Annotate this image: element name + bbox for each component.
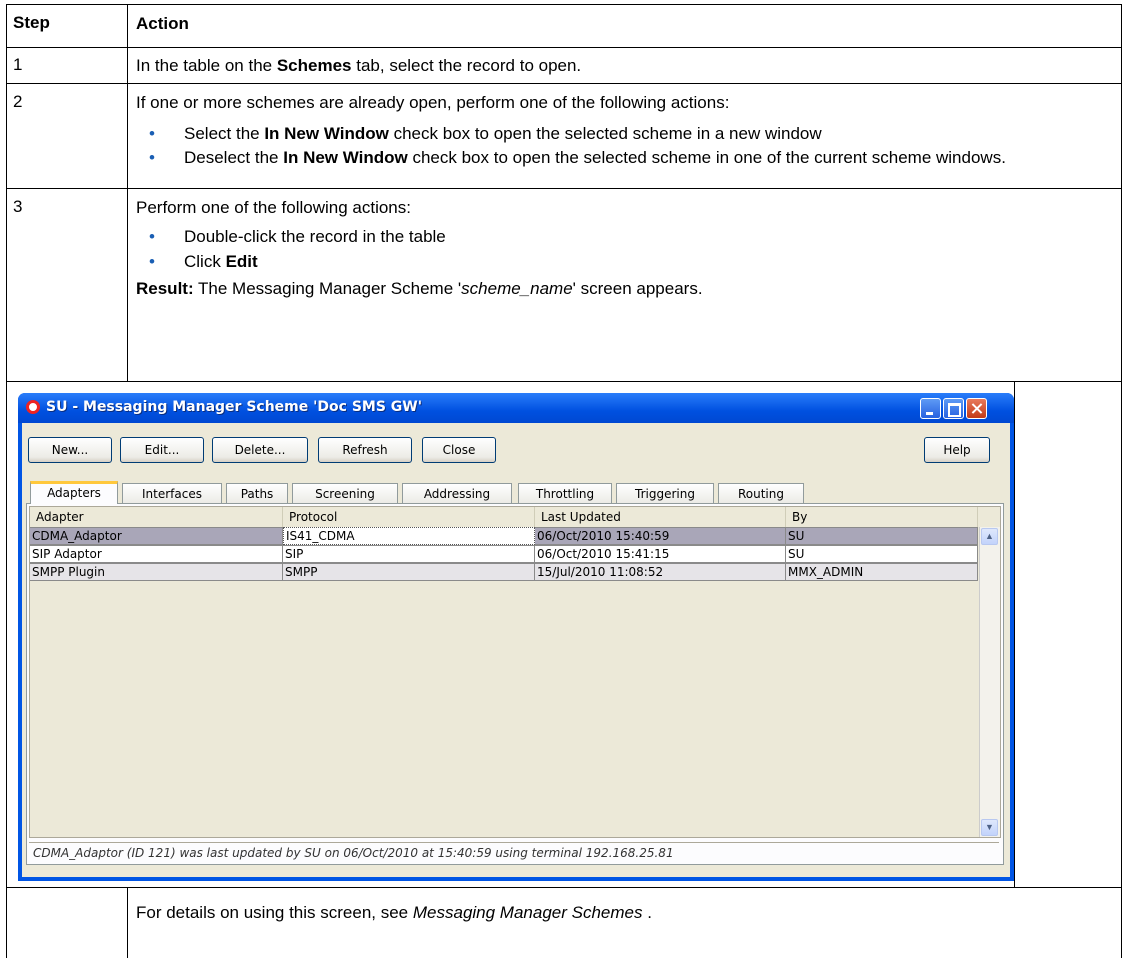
window-client: New... Edit... Delete... Refresh Close H… xyxy=(22,423,1010,877)
tab-adapters[interactable]: Adapters xyxy=(30,481,118,504)
bullet-item: • Deselect the In New Window check box to… xyxy=(149,148,1006,167)
adapters-table: Adapter Protocol Last Updated By CDMA_Ad… xyxy=(29,506,1001,838)
table-row: 3 Perform one of the following actions: … xyxy=(6,189,1122,382)
step-number: 1 xyxy=(13,55,23,74)
tab-interfaces[interactable]: Interfaces xyxy=(122,483,222,503)
table-row[interactable]: CDMA_Adaptor IS41_CDMA 06/Oct/2010 15:40… xyxy=(30,527,978,545)
column-header-adapter[interactable]: Adapter xyxy=(30,507,283,527)
table-header-row: Step Action xyxy=(6,4,1122,48)
step-number: 3 xyxy=(13,197,23,216)
table-row: 1 In the table on the Schemes tab, selec… xyxy=(6,47,1122,84)
bullet-item: • Double-click the record in the table xyxy=(149,227,446,246)
tab-paths[interactable]: Paths xyxy=(226,483,288,503)
column-header-last-updated[interactable]: Last Updated xyxy=(535,507,786,527)
action-text: If one or more schemes are already open,… xyxy=(136,92,1113,169)
header-step: Step xyxy=(13,13,50,32)
table-row: For details on using this screen, see Me… xyxy=(6,888,1122,958)
minimize-icon[interactable] xyxy=(920,398,941,419)
window-title: SU - Messaging Manager Scheme 'Doc SMS G… xyxy=(46,399,423,415)
table-row[interactable]: SIP Adaptor SIP 06/Oct/2010 15:41:15 SU xyxy=(30,545,978,563)
delete-button[interactable]: Delete... xyxy=(212,437,308,463)
edit-button[interactable]: Edit... xyxy=(120,437,204,463)
scroll-down-icon[interactable]: ▼ xyxy=(981,819,998,836)
status-bar: CDMA_Adaptor (ID 121) was last updated b… xyxy=(29,842,999,862)
tab-triggering[interactable]: Triggering xyxy=(616,483,714,503)
tab-routing[interactable]: Routing xyxy=(718,483,804,503)
table-row[interactable]: SMPP Plugin SMPP 15/Jul/2010 11:08:52 MM… xyxy=(30,563,978,581)
column-header-protocol[interactable]: Protocol xyxy=(283,507,535,527)
title-bar[interactable]: SU - Messaging Manager Scheme 'Doc SMS G… xyxy=(18,393,1014,423)
footer-text: For details on using this screen, see Me… xyxy=(136,903,652,922)
tab-addressing[interactable]: Addressing xyxy=(402,483,512,503)
tab-throttling[interactable]: Throttling xyxy=(518,483,612,503)
scroll-up-icon[interactable]: ▲ xyxy=(981,528,998,545)
tab-panel: Adapter Protocol Last Updated By CDMA_Ad… xyxy=(26,503,1004,865)
result-line: Result: The Messaging Manager Scheme 'sc… xyxy=(136,279,703,298)
help-button[interactable]: Help xyxy=(924,437,990,463)
refresh-button[interactable]: Refresh xyxy=(318,437,412,463)
vertical-scrollbar[interactable]: ▲ ▼ xyxy=(979,527,1000,837)
close-button[interactable]: Close xyxy=(422,437,496,463)
scheme-window: SU - Messaging Manager Scheme 'Doc SMS G… xyxy=(18,393,1014,881)
tab-screening[interactable]: Screening xyxy=(292,483,398,503)
action-text: Perform one of the following actions: • D… xyxy=(136,197,1113,300)
maximize-icon[interactable] xyxy=(943,398,964,419)
bullet-item: • Select the In New Window check box to o… xyxy=(149,124,822,143)
column-header-by[interactable]: By xyxy=(786,507,978,527)
app-icon xyxy=(26,400,40,414)
close-icon[interactable] xyxy=(966,398,987,419)
action-text: In the table on the Schemes tab, select … xyxy=(136,56,582,75)
header-action: Action xyxy=(136,14,189,33)
step-number: 2 xyxy=(13,92,23,111)
bullet-item: • Click Edit xyxy=(149,252,258,271)
new-button[interactable]: New... xyxy=(28,437,112,463)
table-row: 2 If one or more schemes are already ope… xyxy=(6,84,1122,189)
